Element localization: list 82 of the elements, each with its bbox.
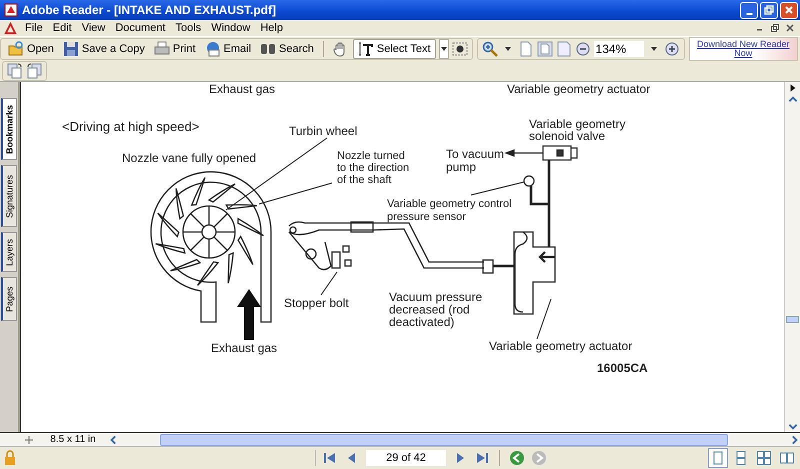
search-button[interactable]: Search (257, 38, 317, 58)
menu-item[interactable]: Document (110, 22, 170, 34)
flow-arrow (236, 289, 261, 340)
figure-label: Stopper bolt (284, 296, 349, 310)
caret-icon (440, 46, 447, 50)
page-number-field[interactable]: 29 of 42 (366, 450, 446, 466)
side-tab[interactable]: Bookmarks (0, 98, 17, 160)
print-button[interactable]: Print (150, 38, 199, 58)
save-button[interactable]: Save a Copy (60, 38, 148, 58)
pressure-sensor-drawing (523, 175, 535, 187)
back-icon[interactable] (509, 450, 525, 466)
open-button[interactable]: Open (5, 38, 57, 58)
camera-icon[interactable] (452, 40, 468, 56)
caret-icon[interactable] (504, 46, 511, 50)
last-page-icon[interactable] (474, 450, 490, 466)
close-button[interactable] (780, 2, 798, 18)
figure-label: Exhaust gas (210, 341, 277, 355)
figure-label: Nozzle turned to the direction of the shaft (336, 150, 410, 186)
page-size-label: 8.5 x 11 in (49, 434, 97, 445)
select-text-button[interactable]: Select Text (352, 38, 436, 58)
side-tab[interactable]: Layers (0, 232, 17, 272)
figure-label: Variable geometry actuator (488, 339, 632, 353)
side-tab[interactable]: Signatures (0, 165, 17, 227)
actual-size-page-icon[interactable] (518, 40, 534, 56)
minimize-icon (746, 12, 752, 14)
scroll-thumb[interactable] (160, 434, 728, 446)
page-layout-button[interactable] (754, 448, 774, 468)
document-restore-icon[interactable] (771, 24, 779, 32)
menu-item[interactable]: Edit (48, 22, 77, 34)
document-close-icon[interactable] (786, 24, 794, 32)
zoom-field[interactable]: 134% (594, 40, 644, 56)
figure-label: To vacuum pump (446, 147, 504, 174)
side-tab[interactable]: Pages (0, 277, 17, 321)
tool-dropdown-button[interactable] (438, 38, 449, 58)
window-title: Adobe Reader - [INTAKE AND EXHAUST.pdf] (22, 3, 278, 17)
zoom-out-icon[interactable] (574, 40, 591, 56)
leader-line (536, 298, 552, 340)
figure-label: Variable geometry actuator (506, 82, 650, 96)
page-layout-icon (780, 451, 794, 465)
minimize-button[interactable] (740, 2, 758, 18)
figure-label: Turbin wheel (288, 124, 358, 138)
figure-label: Vacuum pressure decreased (rod deactivated) (388, 290, 482, 329)
zoom-in-plus-icon[interactable] (664, 40, 680, 56)
globe-envelope-icon (204, 40, 221, 56)
scroll-thumb[interactable] (786, 316, 799, 323)
figure-label: Nozzle vane fully opened (122, 151, 256, 165)
leader-line (470, 182, 524, 196)
rotate-clockwise-icon[interactable] (7, 62, 23, 78)
folder-icon (8, 40, 24, 56)
pdf-document-icon (4, 3, 18, 17)
email-button[interactable]: Email (202, 38, 254, 58)
splitter-icon[interactable] (24, 434, 34, 444)
first-page-icon[interactable] (322, 450, 338, 466)
figure-heading: <Driving at high speed> (62, 119, 200, 134)
solenoid-valve-drawing (542, 145, 578, 161)
figure-label: Exhaust gas (208, 82, 275, 96)
text-cursor-icon (358, 40, 374, 56)
menu-item[interactable]: Window (206, 22, 256, 34)
rotate-counterclockwise-icon[interactable] (26, 62, 42, 78)
figure-code: 16005CA (596, 361, 648, 375)
figure-label: Variable geometry solenoid valve (528, 117, 626, 143)
menu-item[interactable]: Tools (170, 22, 206, 34)
figure-label: Variable geometry control pressure sensor (386, 198, 512, 223)
leader-line (320, 272, 338, 296)
page-layout-icon (711, 451, 725, 465)
caret-icon[interactable] (650, 46, 657, 50)
download-link[interactable]: Download New Reader Now (690, 40, 797, 58)
restore-icon (764, 5, 774, 15)
menu-item[interactable]: View (76, 22, 110, 34)
restore-button[interactable] (760, 2, 778, 18)
page-layout-icon (734, 451, 748, 465)
vertical-scrollbar[interactable] (784, 82, 800, 432)
page-layout-icon (757, 451, 771, 465)
fit-page-icon[interactable] (536, 40, 553, 56)
zoom-in-icon[interactable] (482, 40, 498, 56)
page-layout-button[interactable] (708, 448, 728, 468)
pdf-app-icon (4, 22, 17, 34)
vacuum-arrow (504, 149, 543, 157)
close-icon (784, 5, 794, 15)
menu-item[interactable]: File (20, 22, 48, 34)
menu-item[interactable]: Help (255, 22, 288, 34)
printer-icon (154, 40, 170, 56)
